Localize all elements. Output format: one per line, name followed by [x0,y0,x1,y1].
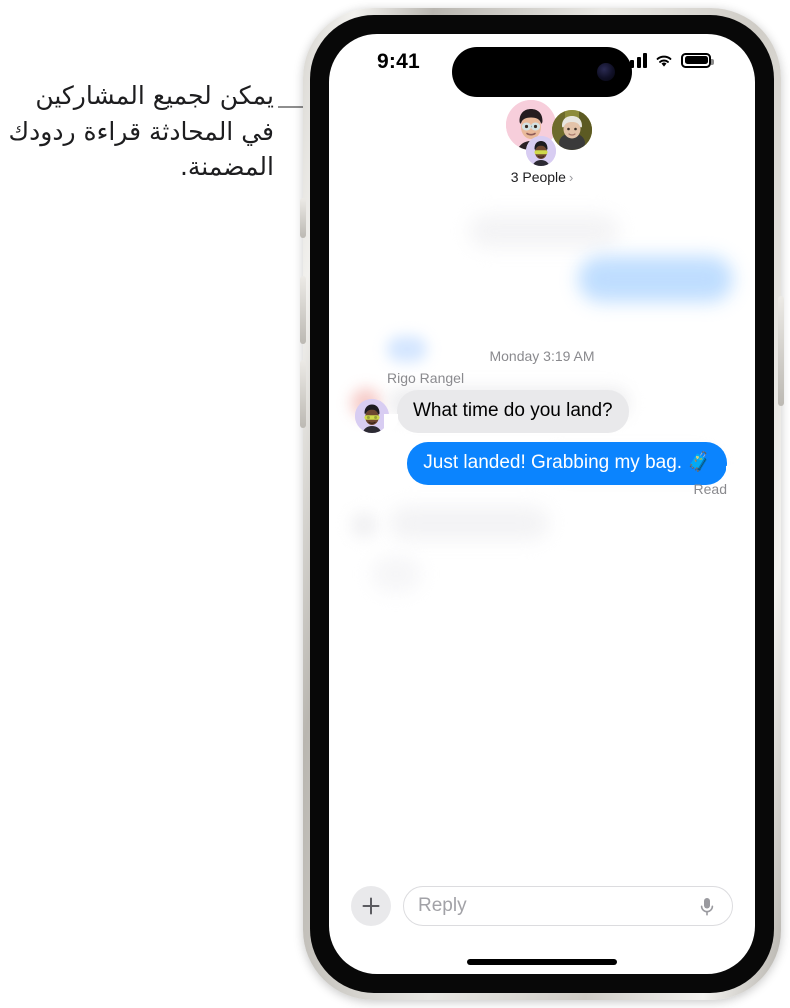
message-thread[interactable]: Monday 3:19 AM Rigo Rangel What time do … [329,184,755,864]
incoming-message-row[interactable]: What time do you land? [355,390,629,433]
iphone-device-frame: 9:41 3 People › Monday 3:19 AM Rigo Rang… [300,8,784,1000]
blurred-message-bubble [389,506,549,540]
conversation-header[interactable]: 3 People › [329,96,755,185]
reply-input[interactable]: Reply [403,886,733,926]
blurred-message-bubble [469,214,619,248]
blurred-avatar [351,512,377,538]
sender-name: Rigo Rangel [387,370,465,386]
action-button[interactable] [300,198,306,238]
dynamic-island [452,47,632,97]
delivery-status: Read [693,481,727,497]
signal-bars-icon [623,52,647,68]
memoji-purple-avatar[interactable] [526,136,556,166]
add-attachment-button[interactable] [351,886,391,926]
status-bar-indicators [623,50,714,70]
wifi-icon [656,55,672,67]
participants-label: 3 People [510,169,566,185]
status-bar-clock: 9:41 [377,50,420,73]
front-camera-icon [597,63,615,81]
participants-button[interactable]: 3 People › [511,169,574,185]
phone-screen: 9:41 3 People › Monday 3:19 AM Rigo Rang… [329,34,755,974]
blurred-message-bubble [578,256,733,302]
status-bar: 9:41 [329,34,755,97]
phone-bezel: 9:41 3 People › Monday 3:19 AM Rigo Rang… [310,15,774,993]
reply-placeholder: Reply [418,895,467,916]
callout-text: يمكن لجميع المشاركين في المحادثة قراءة ر… [8,81,274,181]
message-composer: Reply [329,880,755,932]
chevron-right-icon: › [568,169,574,185]
power-button[interactable] [778,296,784,406]
microphone-icon[interactable] [696,895,718,917]
photo-avatar[interactable] [552,110,592,150]
battery-icon [681,52,714,68]
incoming-message-bubble[interactable]: What time do you land? [384,390,629,433]
home-indicator[interactable] [467,959,617,965]
message-timestamp: Monday 3:19 AM [489,348,595,364]
outgoing-message-bubble[interactable]: Just landed! Grabbing my bag. 🧳 [407,442,740,485]
volume-down-button[interactable] [300,360,306,428]
volume-up-button[interactable] [300,276,306,344]
outgoing-message-row[interactable]: Just landed! Grabbing my bag. 🧳 [407,442,740,485]
blurred-message-bubble [371,556,421,592]
